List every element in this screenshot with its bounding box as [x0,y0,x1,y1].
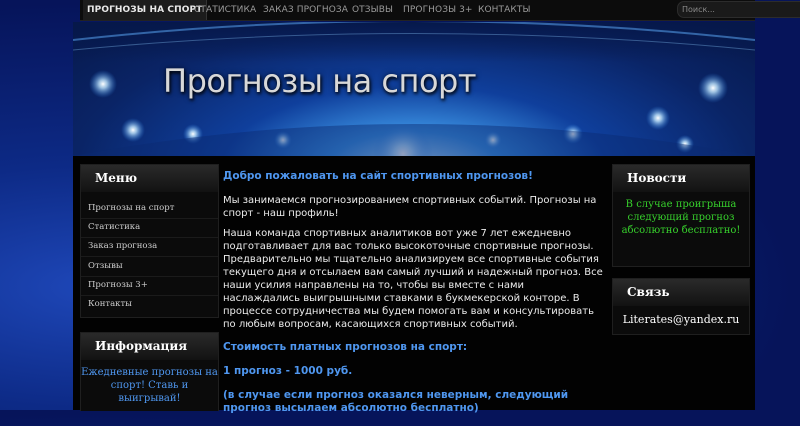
main-content: Добро пожаловать на сайт спортивных прог… [223,170,603,426]
nav-item-order-forecast[interactable]: ЗАКАЗ ПРОГНОЗА [263,0,348,20]
guarantee-note: (в случае если прогноз оказался неверным… [223,389,569,414]
sidebar-item-forecasts[interactable]: Прогнозы на спорт [81,199,218,219]
nav-item-reviews[interactable]: ОТЗЫВЫ [352,0,393,20]
sidebar-item-statistics[interactable]: Статистика [81,218,218,238]
nav-item-statistics[interactable]: СТАТИСТИКА [194,0,256,20]
info-text: Ежедневные прогнозы на спорт! Ставь и вы… [81,367,218,404]
contact-email[interactable]: Literates@yandex.ru [613,313,749,326]
site-title: Прогнозы на спорт [163,62,476,100]
nav-item-contacts[interactable]: КОНТАКТЫ [478,0,531,20]
sidebar-menu: Меню Прогнозы на спорт Статистика Заказ … [80,164,219,318]
contact-heading: Связь [613,279,749,306]
sidebar-item-forecasts-3plus[interactable]: Прогнозы 3+ [81,276,218,296]
news-text: В случае проигрыша следующий прогноз абс… [621,199,741,236]
intro-paragraph: Мы занимаемся прогнозированием спортивны… [223,195,597,219]
sidebar-item-contacts[interactable]: Контакты [81,295,218,314]
header-banner: Прогнозы на спорт [73,22,755,156]
info-box: Информация Ежедневные прогнозы на спорт!… [80,332,219,411]
search-input[interactable] [682,3,797,16]
sidebar-item-reviews[interactable]: Отзывы [81,257,218,277]
nav-item-forecasts[interactable]: ПРОГНОЗЫ НА СПОРТ [83,0,208,20]
price-line: 1 прогноз - 1000 руб. [223,365,353,377]
sidebar-item-order-forecast[interactable]: Заказ прогноза [81,237,218,257]
top-navigation: ПРОГНОЗЫ НА СПОРТ СТАТИСТИКА ЗАКАЗ ПРОГН… [80,0,800,21]
nav-item-forecasts-3plus[interactable]: ПРОГНОЗЫ 3+ [403,0,473,20]
search-box [677,1,800,18]
welcome-heading: Добро пожаловать на сайт спортивных прог… [223,170,533,182]
news-box: Новости В случае проигрыша следующий про… [612,164,750,267]
contact-box: Связь Literates@yandex.ru [612,278,750,335]
menu-heading: Меню [81,165,218,192]
news-heading: Новости [613,165,749,192]
info-heading: Информация [81,333,218,360]
price-heading: Стоимость платных прогнозов на спорт: [223,341,468,353]
team-paragraph: Наша команда спортивных аналитиков вот у… [223,228,603,330]
